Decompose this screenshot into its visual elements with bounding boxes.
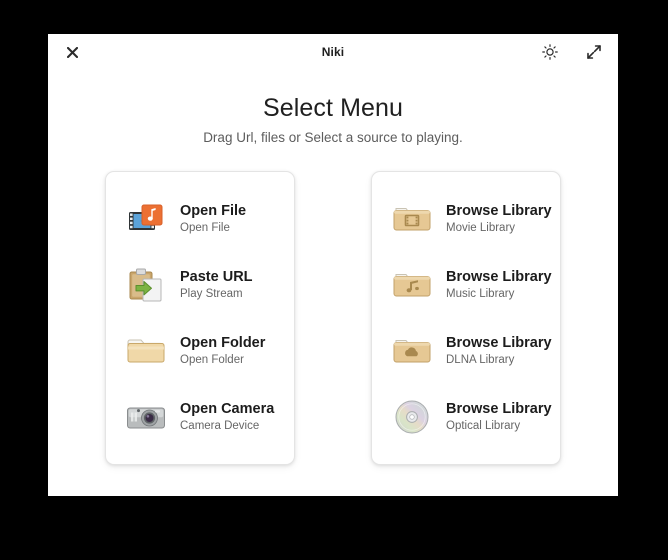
menu-item-title: Open Camera <box>180 401 275 417</box>
menu-item-title: Open Folder <box>180 335 266 351</box>
menu-item-text: Browse Library Movie Library <box>446 202 552 236</box>
menu-item-text: Open Camera Camera Device <box>180 400 274 434</box>
library-card: Browse Library Movie Library Browse Libr… <box>371 171 561 465</box>
menu-item-subtitle: DLNA Library <box>446 354 515 366</box>
menu-item-movie-library[interactable]: Browse Library Movie Library <box>372 186 560 252</box>
close-icon[interactable] <box>62 42 82 62</box>
page-subtitle: Drag Url, files or Select a source to pl… <box>203 130 463 145</box>
menu-item-text: Paste URL Play Stream <box>180 268 253 302</box>
menu-item-subtitle: Movie Library <box>446 222 516 234</box>
titlebar-right-controls <box>540 42 604 62</box>
menu-item-subtitle: Open Folder <box>180 354 244 366</box>
menu-item-subtitle: Camera Device <box>180 420 260 432</box>
menu-item-title: Browse Library <box>446 401 552 417</box>
window-title: Niki <box>321 45 345 59</box>
menu-item-subtitle: Open File <box>180 222 230 234</box>
folder-music-icon <box>390 263 434 307</box>
menu-item-text: Open Folder Open Folder <box>180 334 265 368</box>
titlebar: Niki <box>48 34 618 70</box>
app-window: Niki Select Menu Drag Url, files or Sele… <box>48 34 618 496</box>
menu-item-open-camera[interactable]: Open Camera Camera Device <box>106 384 294 450</box>
menu-item-title: Browse Library <box>446 203 552 219</box>
camera-icon <box>124 395 168 439</box>
menu-item-subtitle: Play Stream <box>180 288 243 300</box>
titlebar-left-controls <box>62 42 82 62</box>
menu-item-title: Browse Library <box>446 269 552 285</box>
menu-item-text: Browse Library Music Library <box>446 268 552 302</box>
menu-item-optical-library[interactable]: Browse Library Optical Library <box>372 384 560 450</box>
menu-item-title: Open File <box>180 203 247 219</box>
menu-item-subtitle: Music Library <box>446 288 515 300</box>
expand-fullscreen-icon[interactable] <box>584 42 604 62</box>
menu-item-title: Browse Library <box>446 335 552 351</box>
folder-cloud-icon <box>390 329 434 373</box>
menu-item-dlna-library[interactable]: Browse Library DLNA Library <box>372 318 560 384</box>
menu-item-music-library[interactable]: Browse Library Music Library <box>372 252 560 318</box>
menu-item-subtitle: Optical Library <box>446 420 521 432</box>
page-title: Select Menu <box>262 94 404 122</box>
folder-movie-icon <box>390 197 434 241</box>
menu-cards: Open File Open File Paste URL Play Strea… <box>48 171 618 465</box>
open-folder-icon <box>124 329 168 373</box>
menu-item-open-file[interactable]: Open File Open File <box>106 186 294 252</box>
film-music-file-icon <box>124 197 168 241</box>
menu-item-open-folder[interactable]: Open Folder Open Folder <box>106 318 294 384</box>
clipboard-paste-icon <box>124 263 168 307</box>
menu-item-text: Browse Library Optical Library <box>446 400 552 434</box>
menu-item-paste-url[interactable]: Paste URL Play Stream <box>106 252 294 318</box>
window-body: Select Menu Drag Url, files or Select a … <box>48 70 618 496</box>
menu-item-title: Paste URL <box>180 269 253 285</box>
sources-card: Open File Open File Paste URL Play Strea… <box>105 171 295 465</box>
menu-item-text: Browse Library DLNA Library <box>446 334 552 368</box>
optical-disc-icon <box>390 395 434 439</box>
sun-brightness-icon[interactable] <box>540 42 560 62</box>
menu-item-text: Open File Open File <box>180 202 246 236</box>
